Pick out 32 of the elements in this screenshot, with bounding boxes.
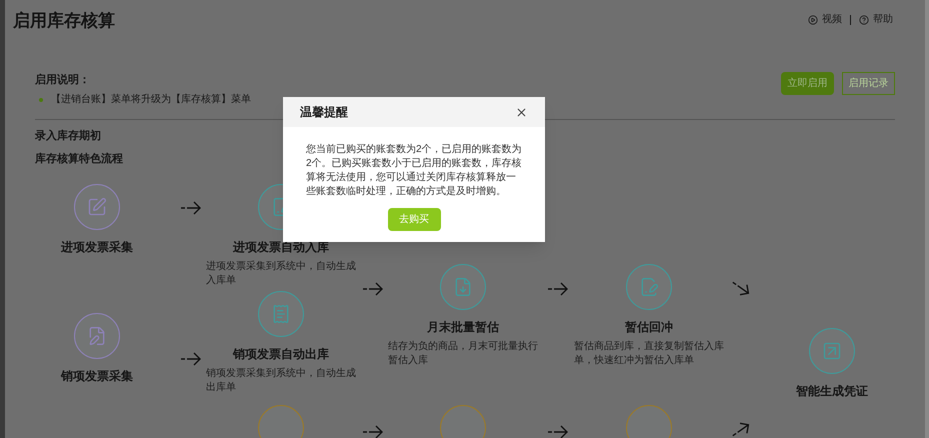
step-title: 销项发票自动出库 <box>233 346 329 363</box>
history-button[interactable]: 启用记录 <box>842 72 895 94</box>
video-link[interactable]: 视频 <box>808 12 842 27</box>
section-heading: 库存核算特色流程 <box>35 152 123 166</box>
bullet-icon <box>39 98 43 102</box>
arrow-icon <box>180 200 202 216</box>
step-description: 进项发票采集到系统中，自动生成入库单 <box>206 260 356 288</box>
step-title: 销项发票采集 <box>61 368 133 385</box>
intro-heading: 启用说明： <box>35 72 91 88</box>
section-heading: 录入库存期初 <box>35 128 101 144</box>
step-description: 销项发票采集到系统中，自动生成出库单 <box>206 367 356 395</box>
arrow-icon <box>547 424 569 438</box>
arrow-icon <box>362 281 384 297</box>
dialog-message: 您当前已购买的账套数为2个，已启用的账套数为2个。已购买账套数小于已启用的账套数，库存核算将无法使用，您可以通过关闭库存核算释放一些账套数临时处理，正确的方式是及时增购。 <box>306 143 522 199</box>
dialog-title: 温馨提醒 <box>300 104 348 121</box>
help-icon <box>859 14 869 24</box>
enable-button[interactable]: 立即启用 <box>781 72 834 94</box>
step-description: 暂估商品到库，直接复制暂估入库单，快速红冲为暂估入库单 <box>574 340 724 368</box>
arrow-icon <box>362 424 384 438</box>
close-button[interactable] <box>515 106 528 118</box>
step-title: 暂估回冲 <box>625 319 673 336</box>
arrow-icon <box>180 351 202 367</box>
step-title: 进项发票采集 <box>61 239 133 256</box>
help-link[interactable]: 帮助 <box>859 12 893 27</box>
page-title: 启用库存核算 <box>13 10 115 32</box>
play-icon <box>808 14 818 24</box>
step-description: 结存为负的商品，月末可批量执行暂估入库 <box>388 340 538 368</box>
step-title: 智能生成凭证 <box>796 383 868 400</box>
intro-text: 【进销台账】菜单将升级为【库存核算】菜单 <box>51 92 251 107</box>
step-title: 月末批量暂估 <box>427 319 499 336</box>
buy-button[interactable]: 去购买 <box>388 208 440 231</box>
arrow-icon <box>547 281 569 297</box>
